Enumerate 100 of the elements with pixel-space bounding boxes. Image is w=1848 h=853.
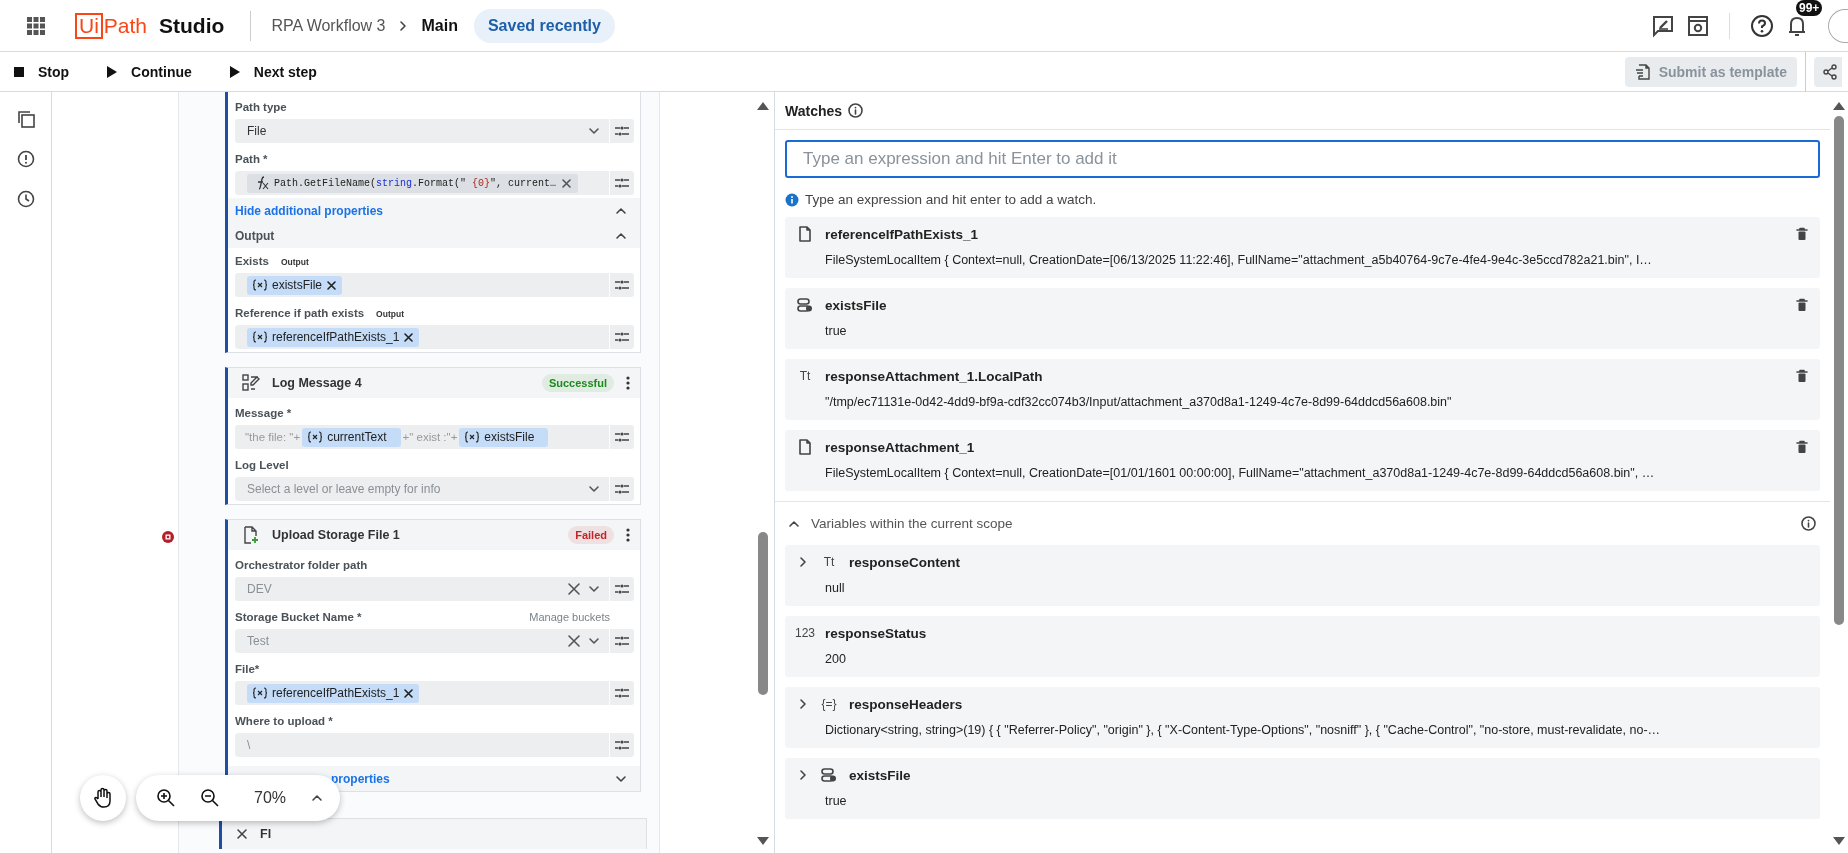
breakpoint-icon[interactable] xyxy=(161,530,175,544)
zoom-in-icon[interactable] xyxy=(156,788,176,808)
trash-icon[interactable] xyxy=(1796,440,1808,454)
type-icon: {=} xyxy=(821,697,837,711)
field-options-button[interactable] xyxy=(609,325,634,349)
help-icon[interactable] xyxy=(1750,13,1774,38)
output-tag: Output xyxy=(376,309,404,319)
field-options-button[interactable] xyxy=(609,577,634,601)
field-options-button[interactable] xyxy=(609,629,634,653)
variable-value: null xyxy=(824,580,846,597)
sliders-icon xyxy=(614,125,630,137)
sliders-icon xyxy=(614,431,630,443)
clock-icon[interactable] xyxy=(16,190,35,208)
input-field[interactable]: referenceIfPathExists_1 xyxy=(235,681,609,705)
section-title: Variables within the current scope xyxy=(811,516,1013,531)
sliders-icon xyxy=(614,583,630,595)
share-button[interactable] xyxy=(1814,56,1842,87)
activity-title: Log Message 4 xyxy=(272,376,362,390)
step-button[interactable]: Continue xyxy=(107,57,204,86)
field-label: Where to upload * xyxy=(235,715,333,727)
remove-icon[interactable] xyxy=(326,279,337,291)
trash-icon[interactable] xyxy=(1796,298,1808,312)
settings-window-icon[interactable] xyxy=(1687,13,1709,38)
variable-name: responseContent xyxy=(849,554,960,570)
field-options-button[interactable] xyxy=(609,171,634,195)
field-label: Path type xyxy=(235,101,287,113)
variable-icon xyxy=(464,431,481,443)
watch-expression-field[interactable]: Type an expression and hit Enter to add it xyxy=(785,140,1820,178)
scroll-down-icon[interactable] xyxy=(757,837,769,845)
more-icon[interactable] xyxy=(626,376,630,390)
close-icon[interactable] xyxy=(236,828,248,840)
files-icon[interactable] xyxy=(16,110,35,128)
panel-title: Watches xyxy=(785,102,843,119)
input-field[interactable]: referenceIfPathExists_1 xyxy=(235,325,609,349)
apps-grid-icon[interactable] xyxy=(27,16,45,35)
feedback-icon[interactable] xyxy=(1651,13,1675,38)
alert-icon[interactable] xyxy=(16,150,35,168)
play-icon xyxy=(229,65,240,78)
expression-code: Path.GetFileName(string.Format(" {0}", current… xyxy=(274,177,557,189)
output-tag: Output xyxy=(280,257,309,267)
expression-chip[interactable]: Path.GetFileName(string.Format(" {0}", current… xyxy=(247,173,579,193)
expression-text: "the file: "+ xyxy=(245,431,301,443)
properties-link[interactable]: properties xyxy=(331,771,390,786)
sliders-icon xyxy=(614,687,630,699)
trash-icon[interactable] xyxy=(1796,227,1808,241)
field-options-button[interactable] xyxy=(609,733,634,757)
chevron-right-icon[interactable] xyxy=(797,769,809,781)
info-icon xyxy=(785,192,799,207)
toggle-icon xyxy=(821,767,837,783)
trash-icon[interactable] xyxy=(1796,369,1808,383)
breadcrumb-item[interactable]: RPA Workflow 3 xyxy=(271,16,386,35)
hint-text: Type an expression and hit enter to add a watch. xyxy=(805,192,1097,207)
variable-value: 200 xyxy=(824,651,847,668)
chevron-right-icon[interactable] xyxy=(797,556,809,568)
info-icon[interactable] xyxy=(1801,516,1816,531)
file-icon xyxy=(798,439,812,455)
step-button[interactable]: Next step xyxy=(229,57,329,86)
expression-text: +" exist :"+ xyxy=(402,431,458,443)
scrollbar-thumb[interactable] xyxy=(1834,116,1844,625)
variable-value: FileSystemLocalItem { Context=null, CreationDate=[01/01/1601 00:00:00], FullName="attachment_a370d8a1-1249-4c7e-8d99-64ddcd56a608.bin", … xyxy=(824,465,1656,482)
pan-button[interactable] xyxy=(80,775,126,821)
field-options-button[interactable] xyxy=(609,425,634,449)
field-label: Path * xyxy=(235,153,268,165)
variable-value: true xyxy=(824,793,848,810)
scroll-down-icon[interactable] xyxy=(1833,837,1845,845)
sliders-icon xyxy=(614,483,630,495)
variable-icon xyxy=(307,431,324,443)
scroll-up-icon[interactable] xyxy=(757,102,769,110)
input-field[interactable]: existsFile xyxy=(235,273,609,297)
sliders-icon xyxy=(614,635,630,647)
stop-button[interactable]: Stop xyxy=(14,57,82,86)
variable-name: responseStatus xyxy=(825,625,927,641)
field-options-button[interactable] xyxy=(609,273,634,297)
field-options-button[interactable] xyxy=(609,477,634,501)
toggle-icon xyxy=(797,297,813,313)
scroll-up-icon[interactable] xyxy=(1833,102,1845,110)
remove-icon[interactable] xyxy=(403,687,415,699)
remove-icon[interactable] xyxy=(561,177,573,189)
chevron-right-icon[interactable] xyxy=(797,698,809,710)
more-icon[interactable] xyxy=(626,528,630,542)
input-field[interactable]: "the file: "+ currentText +" exist :"+ existsFile xyxy=(235,425,609,449)
variable-chip[interactable]: referenceIfPathExists_1 xyxy=(247,327,420,347)
field-label: Storage Bucket Name * xyxy=(235,611,362,623)
field-options-button[interactable] xyxy=(609,681,634,705)
log-icon xyxy=(242,374,260,392)
variable-value: true xyxy=(824,323,848,340)
activity-title: Fl xyxy=(260,827,272,841)
variable-chip[interactable]: currentText xyxy=(302,427,401,447)
zoom-out-icon[interactable] xyxy=(200,788,220,808)
dropdown-field[interactable]: File xyxy=(235,119,609,143)
info-icon[interactable] xyxy=(848,103,864,118)
scrollbar-thumb[interactable] xyxy=(758,532,768,695)
expression-field[interactable]: Path.GetFileName(string.Format(" {0}", current… xyxy=(235,171,609,195)
field-options-button[interactable] xyxy=(609,119,634,143)
variable-chip[interactable]: existsFile xyxy=(459,427,549,447)
remove-icon[interactable] xyxy=(403,331,415,343)
uipath-logo[interactable]: Ui Path xyxy=(75,12,148,39)
variable-chip[interactable]: referenceIfPathExists_1 xyxy=(247,683,420,703)
zoom-level: 70% xyxy=(254,789,287,807)
variable-chip[interactable]: existsFile xyxy=(247,275,342,295)
